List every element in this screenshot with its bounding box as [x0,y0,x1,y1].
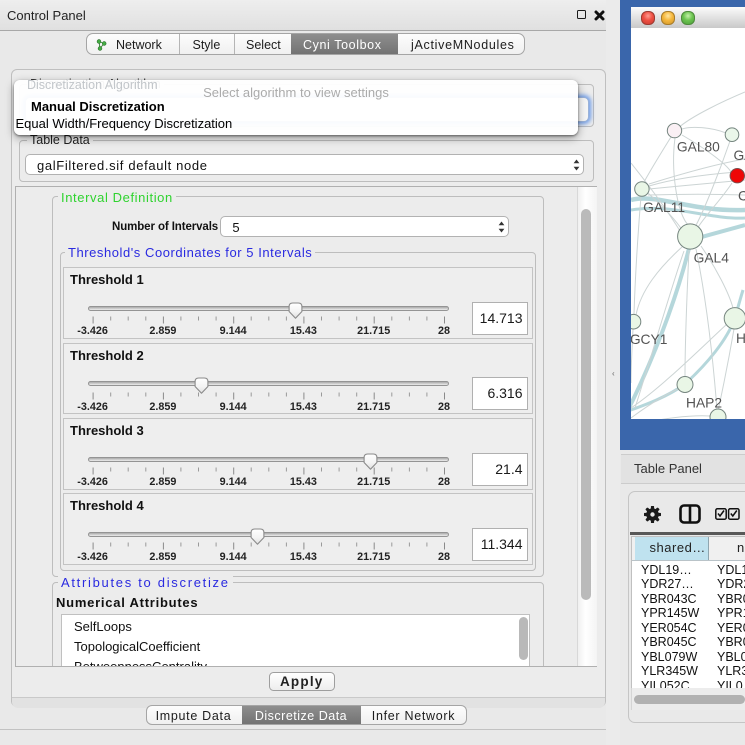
svg-text:GAL80: GAL80 [677,139,720,154]
svg-text:GAL4: GAL4 [694,251,730,266]
svg-text:GCY1: GCY1 [631,332,667,347]
svg-text:GAL11: GAL11 [643,200,685,215]
svg-text:H: H [736,331,745,346]
svg-text:GA: GA [734,148,745,163]
svg-text:HAP2: HAP2 [686,396,722,411]
svg-text:C: C [738,189,745,204]
